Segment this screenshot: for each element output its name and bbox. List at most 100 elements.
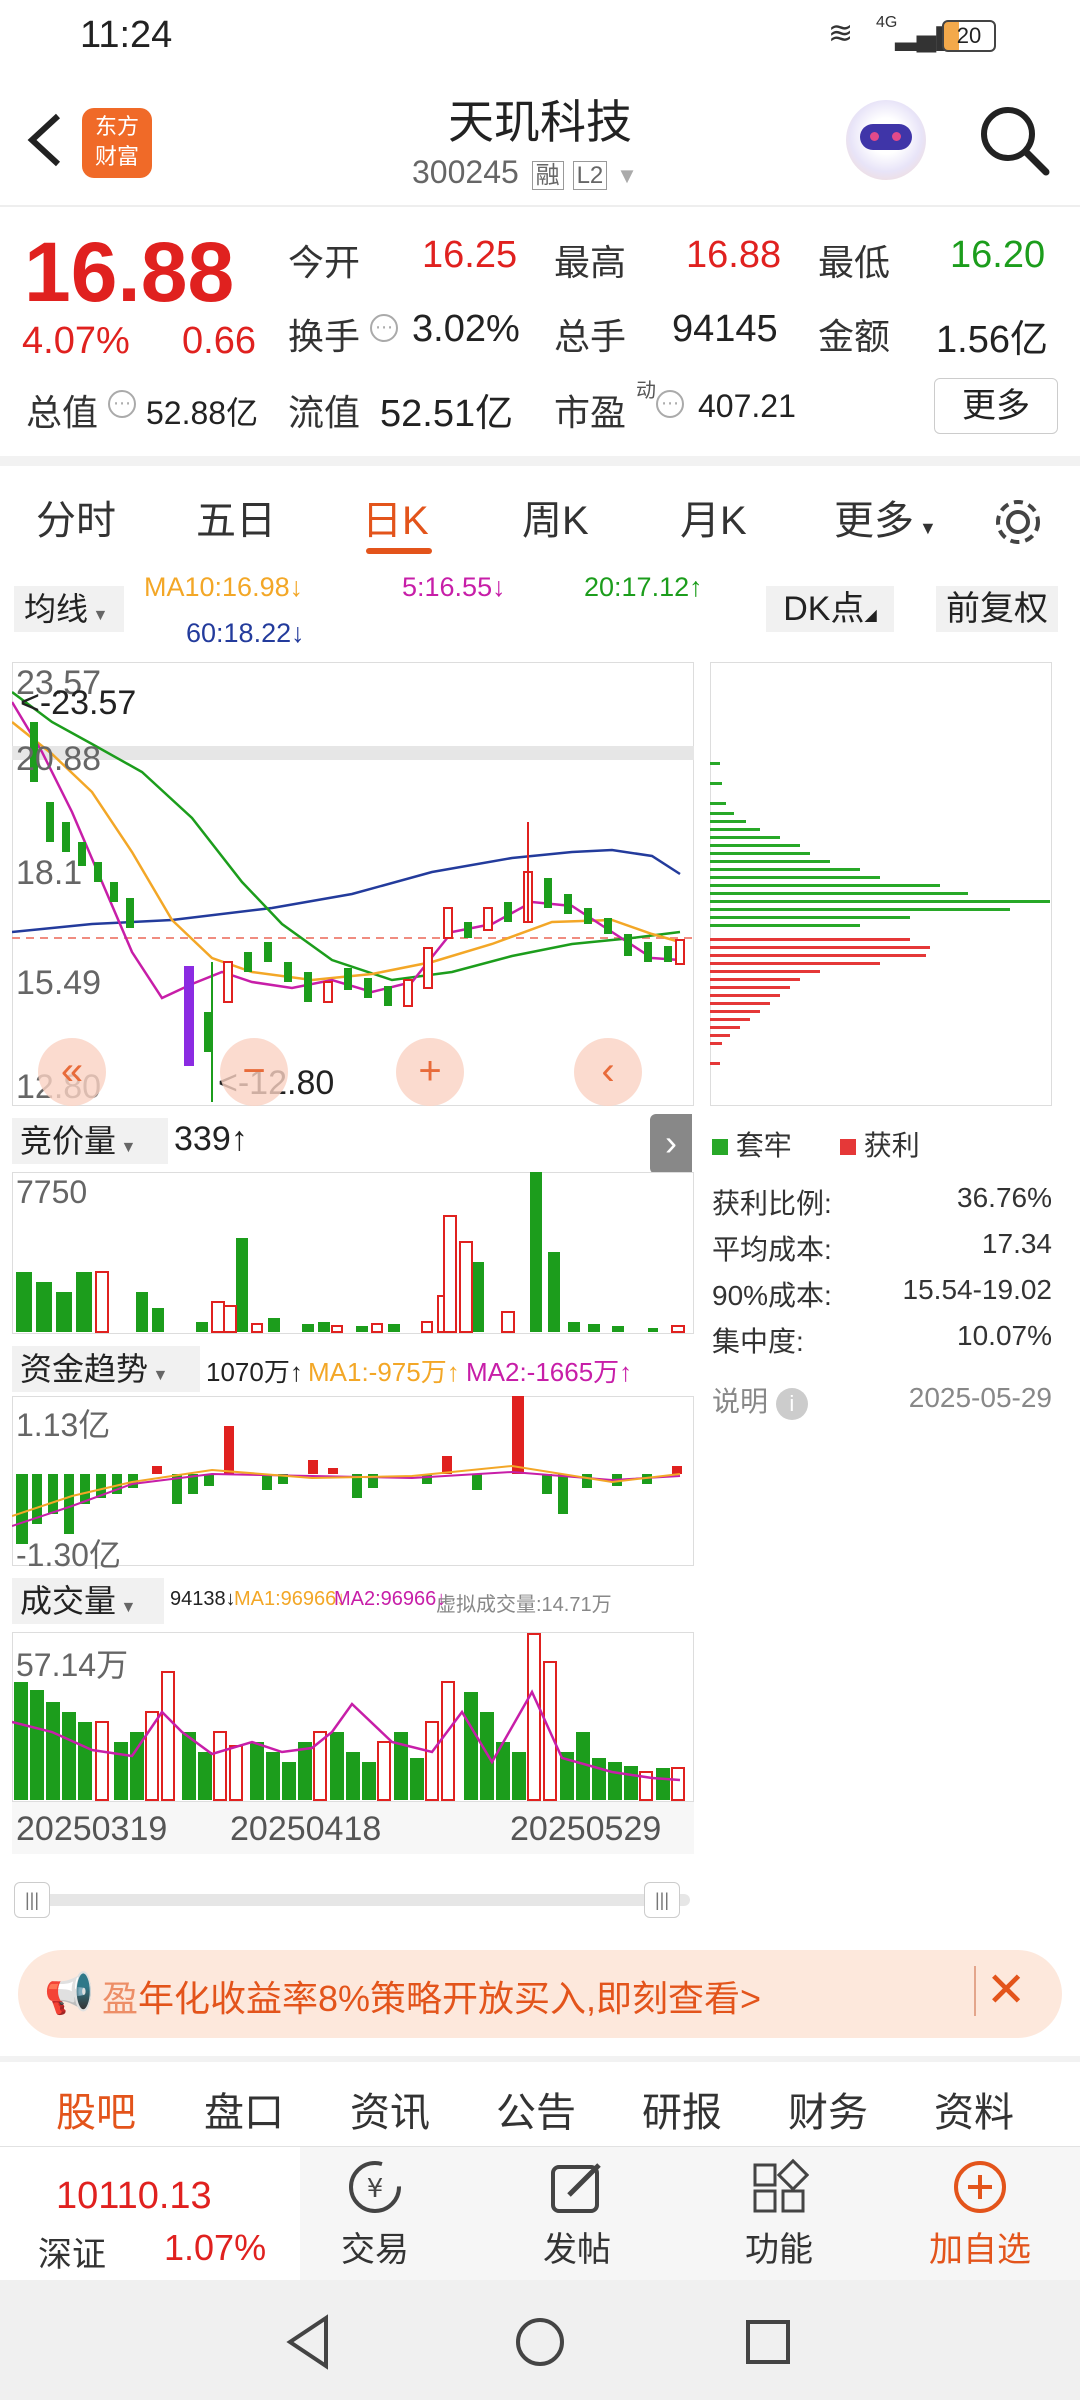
tab-more-label: 更多 [834, 499, 914, 543]
adjust-selector[interactable]: 前复权 [936, 586, 1058, 632]
expand-panel-icon[interactable]: › [650, 1114, 692, 1174]
volume-selector[interactable]: 成交量 ▼ [12, 1578, 164, 1624]
legend-swatch-red [840, 1139, 856, 1155]
dropdown-icon: ▼ [914, 518, 937, 538]
mcap-label: 总值 [26, 392, 99, 433]
yen-cycle-icon: ¥ [349, 2161, 401, 2213]
dk-point-selector[interactable]: DK点◢ [766, 586, 894, 632]
range-handle-left[interactable]: ||| [14, 1882, 50, 1918]
stock-code-row[interactable]: 300245 融 L2 ▼ [412, 154, 638, 194]
post-label: 发帖 [543, 2231, 611, 2269]
badge-l2: L2 [572, 161, 608, 190]
back-icon[interactable] [22, 110, 66, 170]
date-label: 20250319 [16, 1810, 168, 1848]
tab-more[interactable]: 更多 ▼ [834, 488, 937, 546]
zoom-out-icon[interactable]: − [220, 1038, 288, 1106]
nav-recents-icon[interactable] [738, 2312, 798, 2372]
scroll-left-fast-icon[interactable]: « [38, 1038, 106, 1106]
turnover-value: 3.02% [412, 308, 520, 350]
tab-profile[interactable]: 资料 [934, 2080, 1014, 2138]
close-icon[interactable]: ✕ [986, 1962, 1026, 2018]
auction-selector[interactable]: 竞价量 ▼ [12, 1118, 168, 1164]
info-icon[interactable]: ⋯ [108, 390, 136, 418]
dropdown-icon: ▼ [616, 163, 638, 188]
chip-stat-value: 10.07% [957, 1320, 1052, 1351]
function-button[interactable]: 功能 [734, 2157, 824, 2271]
system-nav-bar [0, 2280, 1080, 2400]
volume-virtual: 虚拟成交量:14.71万 [436, 1594, 612, 1616]
index-value: 10110.13 [56, 2175, 212, 2217]
tab-monthly-k[interactable]: 月K [680, 488, 747, 546]
trade-button[interactable]: ¥ 交易 [330, 2157, 420, 2271]
scroll-left-icon[interactable]: ‹ [574, 1038, 642, 1106]
pe-sup: 动 [636, 380, 656, 402]
volume-top-tick: 57.14万 [16, 1647, 129, 1683]
auction-tick: 7750 [16, 1174, 88, 1210]
ma10-value: MA10:16.98↓ [144, 572, 304, 602]
tab-daily-k[interactable]: 日K [362, 488, 429, 546]
range-scrollbar[interactable] [14, 1894, 690, 1906]
banner-divider [974, 1966, 976, 2016]
volume-value: 94138↓ [170, 1588, 236, 1610]
stock-code: 300245 [412, 154, 519, 190]
add-watchlist-label: 加自选 [929, 2231, 1031, 2269]
volume-label: 总手 [554, 316, 627, 357]
search-icon[interactable] [976, 102, 1052, 178]
legend-profit-label: 获利 [863, 1130, 920, 1161]
more-button[interactable]: 更多 [934, 378, 1058, 434]
chip-note-button[interactable]: 说明 i [712, 1380, 808, 1420]
ma5-value: 5:16.55↓ [402, 572, 506, 602]
settings-icon[interactable] [990, 494, 1046, 550]
nav-home-icon[interactable] [510, 2312, 570, 2372]
auction-selector-label: 竞价量 [20, 1123, 117, 1159]
logo-line1: 东方 [94, 114, 139, 139]
info-icon[interactable]: ⋯ [656, 390, 684, 418]
float-label: 流值 [288, 392, 361, 433]
tab-five-day[interactable]: 五日 [196, 488, 276, 546]
max-price-label: <-23.57 [20, 684, 137, 722]
wifi-icon: ≋ [828, 17, 854, 50]
header: 东方 财富 天玑科技 300245 融 L2 ▼ [0, 72, 1080, 207]
tab-pankou[interactable]: 盘口 [204, 2080, 284, 2138]
pe-label: 市盈 [554, 392, 627, 433]
chip-stat-label: 获利比例: [712, 1188, 832, 1219]
add-watchlist-button[interactable]: 加自选 [920, 2157, 1040, 2271]
legend-swatch-green [712, 1139, 728, 1155]
banner-prefix: 盈 [102, 1978, 139, 2019]
tab-weekly-k[interactable]: 周K [522, 488, 589, 546]
tab-news[interactable]: 资讯 [350, 2080, 430, 2138]
tab-guba[interactable]: 股吧 [56, 2080, 136, 2138]
index-change: 1.07% [164, 2227, 267, 2268]
megaphone-icon: 📢 [44, 1972, 94, 2016]
auction-volume-chart [12, 1172, 694, 1334]
date-label: 20250418 [230, 1810, 382, 1848]
price-tick-3: 18.1 [16, 854, 83, 892]
ma-selector[interactable]: 均线 ▼ [14, 586, 124, 632]
dk-label: DK点 [783, 590, 865, 628]
info-icon[interactable]: ⋯ [370, 314, 398, 342]
chip-stat-value: 36.76% [957, 1182, 1052, 1213]
tab-finance[interactable]: 财务 [788, 2080, 868, 2138]
change-amount: 0.66 [182, 320, 256, 362]
post-button[interactable]: 发帖 [532, 2157, 622, 2271]
turnover-label: 换手 [288, 316, 361, 357]
app-logo[interactable]: 东方 财富 [82, 108, 152, 178]
fund-selector[interactable]: 资金趋势 ▼ [12, 1346, 200, 1392]
assistant-robot-icon[interactable] [846, 100, 926, 180]
dropdown-icon: ◢ [864, 607, 877, 624]
zoom-in-icon[interactable]: + [396, 1038, 464, 1106]
kline-chart[interactable] [12, 662, 694, 1106]
tab-announcements[interactable]: 公告 [496, 2080, 576, 2138]
battery-level: 20 [956, 23, 982, 48]
open-value: 16.25 [422, 234, 518, 276]
index-ticker[interactable]: 10110.13 深证 1.07% [0, 2147, 300, 2281]
range-handle-right[interactable]: ||| [644, 1882, 680, 1918]
chip-stat-label: 集中度: [712, 1326, 804, 1357]
nav-back-icon[interactable] [280, 2312, 340, 2372]
function-label: 功能 [745, 2231, 813, 2269]
tab-research[interactable]: 研报 [642, 2080, 722, 2138]
promo-banner[interactable]: 📢 盈 年化收益率8%策略开放买入,即刻查看> ✕ [18, 1950, 1062, 2038]
tab-intraday[interactable]: 分时 [36, 488, 116, 546]
status-time: 11:24 [80, 14, 173, 56]
pe-value: 407.21 [698, 388, 796, 424]
